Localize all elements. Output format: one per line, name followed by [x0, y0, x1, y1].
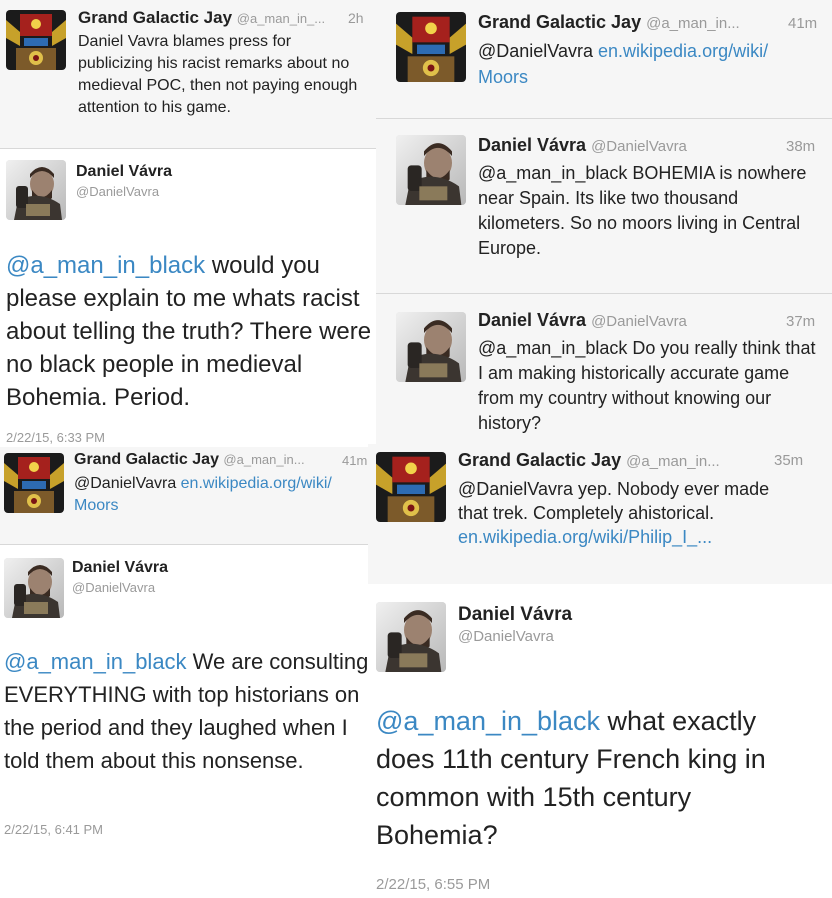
author-name[interactable]: Daniel Vávra — [72, 559, 168, 577]
tweet-time: 2h — [348, 10, 364, 26]
tweet-date: 2/22/15, 6:33 PM — [6, 430, 106, 445]
tweet-time: 41m — [788, 15, 818, 32]
tweet-time: 37m — [786, 313, 816, 330]
tweet-text: @a_man_in_black what exactly does 11th c… — [376, 706, 766, 850]
daniel-avatar[interactable] — [376, 602, 446, 672]
author-handle[interactable]: @DanielVavra — [72, 580, 155, 595]
author-name[interactable]: Daniel Vávra @DanielVavra — [478, 135, 687, 156]
tweet-panel-9: Daniel Vávra @DanielVavra @a_man_in_blac… — [368, 584, 832, 898]
tweet-time: 38m — [786, 138, 816, 155]
tweet-text: @a_man_in_black BOHEMIA is nowhere near … — [478, 163, 807, 258]
jay-avatar[interactable] — [376, 452, 446, 522]
author-handle: @a_man_in... — [223, 452, 305, 467]
daniel-avatar[interactable] — [396, 312, 466, 382]
author-name[interactable]: Daniel Vávra — [458, 604, 572, 626]
author-name[interactable]: Daniel Vávra @DanielVavra — [478, 310, 687, 331]
jay-avatar[interactable] — [396, 12, 466, 82]
mention-link[interactable]: @a_man_in_black — [376, 706, 600, 736]
author-handle: @a_man_in... — [646, 15, 740, 32]
author-handle: @a_man_in_... — [236, 11, 326, 26]
tweet-panel-1: Grand Galactic Jay @a_man_in_... 2h Dani… — [0, 0, 376, 148]
author-handle: @DanielVavra — [591, 313, 687, 330]
tweet-panel-7: Daniel Vávra @DanielVavra 37m @a_man_in_… — [376, 294, 832, 444]
author-name[interactable]: Grand Galactic Jay @a_man_in_... — [78, 8, 325, 28]
wiki-link[interactable]: en.wikipedia.org/wiki/Philip_I_... — [458, 527, 712, 547]
author-name[interactable]: Grand Galactic Jay @a_man_in... — [478, 12, 740, 33]
author-handle[interactable]: @DanielVavra — [458, 628, 554, 645]
tweet-text: @a_man_in_black Do you really think that… — [478, 338, 816, 433]
jay-avatar[interactable] — [4, 453, 64, 513]
tweet-text: @DanielVavra yep. Nobody ever made that … — [458, 479, 770, 547]
tweet-text: @a_man_in_black would you please explain… — [6, 252, 372, 411]
tweet-text: @a_man_in_black We are consulting EVERYT… — [4, 649, 369, 773]
tweet-time: 35m — [774, 452, 804, 469]
tweet-date: 2/22/15, 6:55 PM — [376, 876, 491, 893]
author-name[interactable]: Grand Galactic Jay @a_man_in... — [74, 451, 305, 469]
mention-link[interactable]: @a_man_in_black — [6, 252, 205, 279]
tweet-text: @DanielVavra en.wikipedia.org/wiki/ Moor… — [74, 475, 332, 514]
daniel-avatar[interactable] — [396, 135, 466, 205]
tweet-panel-5: Grand Galactic Jay @a_man_in... 41m @Dan… — [376, 0, 832, 118]
tweet-panel-8: Grand Galactic Jay @a_man_in... 35m @Dan… — [368, 444, 832, 584]
tweet-text: @DanielVavra en.wikipedia.org/wiki/ Moor… — [478, 41, 769, 87]
daniel-avatar[interactable] — [6, 160, 66, 220]
daniel-avatar[interactable] — [4, 558, 64, 618]
author-handle[interactable]: @DanielVavra — [76, 184, 159, 199]
jay-avatar[interactable] — [6, 10, 66, 70]
author-handle: @a_man_in... — [626, 453, 720, 470]
tweet-text: Daniel Vavra blames press for publicizin… — [78, 33, 358, 116]
author-name[interactable]: Grand Galactic Jay @a_man_in... — [458, 450, 720, 471]
tweet-date: 2/22/15, 6:41 PM — [4, 822, 104, 837]
tweet-panel-4: Daniel Vávra @DanielVavra @a_man_in_blac… — [0, 545, 372, 845]
mention-link[interactable]: @a_man_in_black — [4, 649, 187, 674]
tweet-panel-3: Grand Galactic Jay @a_man_in... 41m @Dan… — [0, 447, 372, 544]
author-handle: @DanielVavra — [591, 138, 687, 155]
tweet-panel-6: Daniel Vávra @DanielVavra 38m @a_man_in_… — [376, 119, 832, 293]
tweet-time: 41m — [342, 453, 368, 468]
author-name[interactable]: Daniel Vávra — [76, 163, 172, 181]
tweet-panel-2: Daniel Vávra @DanielVavra @a_man_in_blac… — [0, 149, 376, 447]
